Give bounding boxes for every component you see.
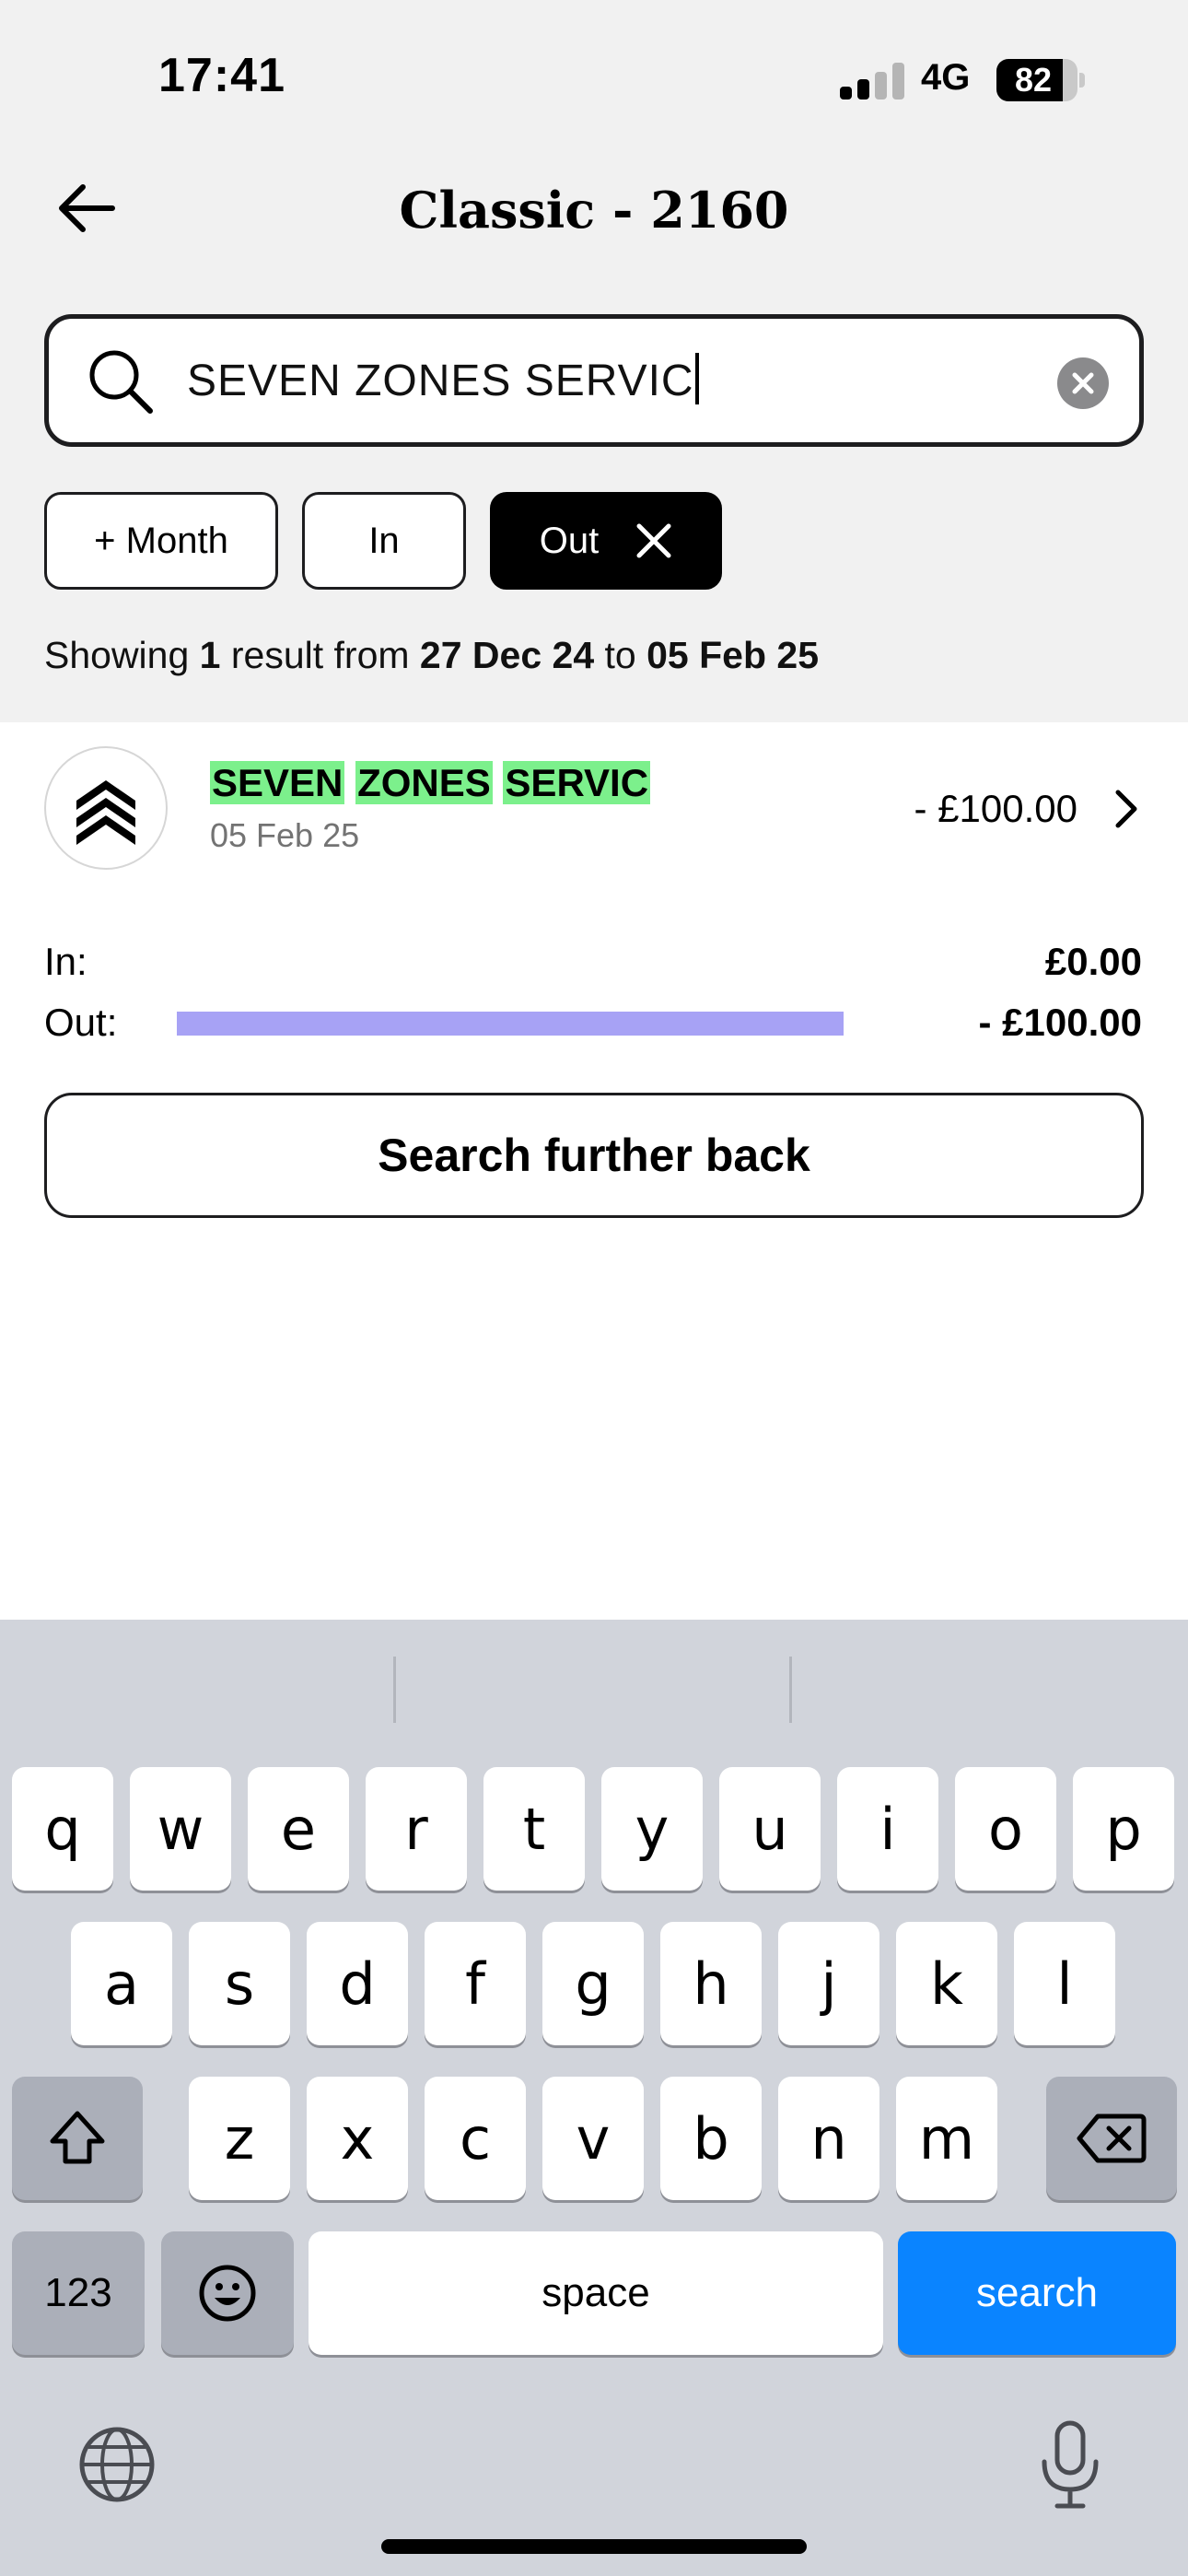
text-caret xyxy=(694,353,699,404)
key-a[interactable]: a xyxy=(71,1922,172,2045)
search-icon xyxy=(89,350,153,414)
keyboard: q w e r t y u i o p a s d f g h j k l z … xyxy=(0,1620,1188,2576)
key-w[interactable]: w xyxy=(130,1767,231,1891)
key-m[interactable]: m xyxy=(896,2077,997,2200)
key-q[interactable]: q xyxy=(12,1767,113,1891)
emoji-icon xyxy=(199,2265,256,2322)
results-summary: Showing 1 result from 27 Dec 24 to 05 Fe… xyxy=(44,634,820,676)
out-total-bar xyxy=(177,1012,844,1036)
close-icon xyxy=(1072,372,1094,394)
search-text: SEVEN ZONES SERVIC xyxy=(187,352,699,411)
key-x[interactable]: x xyxy=(307,2077,408,2200)
search-further-back-label: Search further back xyxy=(378,1130,810,1181)
emoji-key[interactable] xyxy=(161,2231,294,2355)
filter-month-button[interactable]: + Month xyxy=(44,492,278,590)
key-b[interactable]: b xyxy=(660,2077,762,2200)
key-p[interactable]: p xyxy=(1073,1767,1174,1891)
battery-percent: 82 xyxy=(1014,61,1053,99)
signal-icon xyxy=(840,63,906,100)
in-label: In: xyxy=(44,940,87,983)
search-key[interactable]: search xyxy=(898,2231,1176,2355)
chevron-right-icon xyxy=(1115,790,1137,828)
backspace-icon xyxy=(1077,2113,1147,2163)
key-l[interactable]: l xyxy=(1014,1922,1115,2045)
shift-key[interactable] xyxy=(12,2077,143,2200)
merchant-name: SEVEN ZONES SERVIC xyxy=(210,761,651,804)
key-e[interactable]: e xyxy=(248,1767,349,1891)
filter-in-button[interactable]: In xyxy=(302,492,466,590)
home-indicator xyxy=(381,2539,807,2554)
filter-in-label: In xyxy=(368,520,400,561)
key-k[interactable]: k xyxy=(896,1922,997,2045)
in-total: £0.00 xyxy=(1044,940,1142,983)
key-s[interactable]: s xyxy=(189,1922,290,2045)
key-u[interactable]: u xyxy=(719,1767,821,1891)
key-d[interactable]: d xyxy=(307,1922,408,2045)
suggestion-divider xyxy=(393,1657,396,1723)
out-total: - £100.00 xyxy=(978,1001,1142,1044)
search-further-back-button[interactable]: Search further back xyxy=(44,1093,1144,1218)
merchant-logo xyxy=(44,746,168,870)
suggestion-divider xyxy=(789,1657,792,1723)
filter-month-label: + Month xyxy=(94,520,228,561)
numbers-key[interactable]: 123 xyxy=(12,2231,145,2355)
shift-arrow-icon xyxy=(50,2111,105,2164)
filter-out-button[interactable]: Out xyxy=(490,492,722,590)
key-o[interactable]: o xyxy=(955,1767,1056,1891)
key-z[interactable]: z xyxy=(189,2077,290,2200)
search-input[interactable]: SEVEN ZONES SERVIC xyxy=(44,314,1144,447)
space-key[interactable]: space xyxy=(309,2231,883,2355)
key-h[interactable]: h xyxy=(660,1922,762,2045)
page-title: Classic - 2160 xyxy=(399,181,789,240)
battery-icon: 82 xyxy=(996,59,1085,101)
key-n[interactable]: n xyxy=(778,2077,879,2200)
transaction-amount: - £100.00 xyxy=(914,787,1077,830)
delete-key[interactable] xyxy=(1046,2077,1177,2200)
key-i[interactable]: i xyxy=(837,1767,938,1891)
status-time: 17:41 xyxy=(158,49,285,102)
key-v[interactable]: v xyxy=(542,2077,644,2200)
key-f[interactable]: f xyxy=(425,1922,526,2045)
microphone-icon[interactable] xyxy=(1035,2419,1105,2512)
transaction-date: 05 Feb 25 xyxy=(210,816,360,854)
key-c[interactable]: c xyxy=(425,2077,526,2200)
network-type: 4G xyxy=(921,57,971,98)
close-icon[interactable] xyxy=(635,522,672,559)
filter-out-label: Out xyxy=(539,520,600,561)
out-label: Out: xyxy=(44,1001,118,1044)
key-r[interactable]: r xyxy=(366,1767,467,1891)
globe-icon[interactable] xyxy=(77,2425,157,2504)
key-g[interactable]: g xyxy=(542,1922,644,2045)
key-y[interactable]: y xyxy=(601,1767,703,1891)
key-t[interactable]: t xyxy=(483,1767,585,1891)
chevrons-up-icon xyxy=(76,780,135,845)
key-j[interactable]: j xyxy=(778,1922,879,2045)
clear-search-button[interactable] xyxy=(1057,357,1109,409)
transaction-row[interactable]: SEVEN ZONES SERVIC 05 Feb 25 - £100.00 xyxy=(0,722,1188,896)
out-bar-fill xyxy=(177,1012,844,1036)
